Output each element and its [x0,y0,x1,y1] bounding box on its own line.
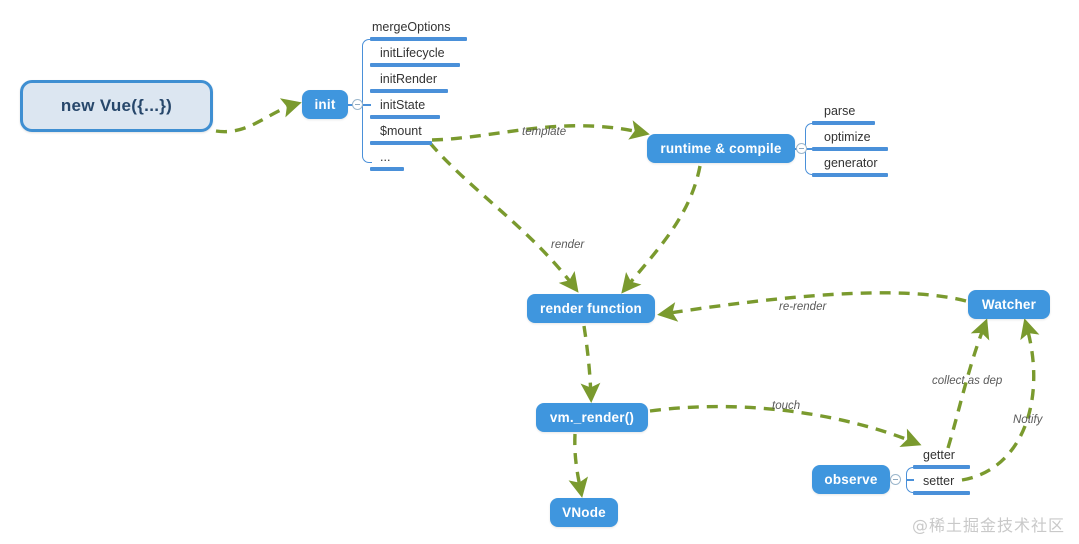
leaf-init-lifecycle[interactable]: initLifecycle [370,46,460,67]
node-render-function-label: render function [539,301,642,316]
leaf-init-state-rule [370,115,440,119]
edge-label-template: template [522,126,567,138]
leaf-optimize-rule [812,147,888,151]
leaf-merge-options[interactable]: mergeOptions [370,20,467,41]
node-render-function[interactable]: render function [527,294,655,323]
leaf-merge-options-rule [370,37,467,41]
leaf-parse-rule [812,121,875,125]
node-observe-label: observe [824,472,878,487]
leaf-optimize[interactable]: optimize [812,130,888,151]
leaf-parse-label: parse [824,104,856,118]
edge-render-to-vmrender [580,325,601,403]
edge-vmrender-to-vnode [568,433,589,498]
leaf-setter-rule [913,491,970,495]
leaf-init-more-rule [370,167,404,171]
collapse-toggle-observe[interactable] [890,474,901,485]
leaf-generator-label: generator [824,156,878,170]
node-watcher[interactable]: Watcher [968,290,1050,319]
edge-label-collect-as-dep: collect as dep [932,375,1003,387]
leaf-init-more-label: ... [380,150,391,164]
collapse-toggle-init[interactable] [352,99,363,110]
edge-mount-to-render [428,141,579,293]
node-watcher-label: Watcher [981,297,1037,312]
leaf-init-lifecycle-rule [370,63,460,67]
leaf-setter[interactable]: setter [913,474,970,495]
node-new-vue[interactable]: new Vue({...}) [20,80,213,132]
leaf-mount-label: $mount [380,124,422,138]
watermark: @稀土掘金技术社区 [911,516,1065,535]
leaf-mount[interactable]: $mount [370,124,432,145]
node-init[interactable]: init [302,90,348,119]
leaf-init-state-label: initState [380,98,426,112]
leaf-parse[interactable]: parse [812,104,875,125]
leaf-getter-label: getter [923,448,955,462]
leaf-getter[interactable]: getter [913,448,970,469]
edge-label-render: render [551,239,585,251]
leaf-setter-label: setter [923,474,955,488]
edge-root-to-init [215,98,302,134]
node-observe[interactable]: observe [812,465,890,494]
leaf-generator-rule [812,173,888,177]
edge-label-touch: touch [772,400,801,412]
node-runtime-compile-label: runtime & compile [660,141,782,156]
leaf-generator[interactable]: generator [812,156,888,177]
leaf-init-render-rule [370,89,448,93]
node-vm-render-label: vm._render() [549,410,635,425]
leaf-init-lifecycle-label: initLifecycle [380,46,445,60]
node-vnode[interactable]: VNode [550,498,618,527]
mindmap-canvas: new Vue({...}) init runtime & compile re… [0,0,1079,544]
edge-label-re-render: re-render [779,301,827,313]
node-new-vue-label: new Vue({...}) [60,96,173,115]
edge-setter-to-watcher [961,318,1040,482]
node-init-label: init [314,97,336,112]
node-runtime-compile[interactable]: runtime & compile [647,134,795,163]
node-vm-render[interactable]: vm._render() [536,403,648,432]
leaf-init-render-label: initRender [380,72,437,86]
node-vnode-label: VNode [562,505,606,520]
leaf-getter-rule [913,465,970,469]
leaf-optimize-label: optimize [824,130,871,144]
edge-compile-to-render [621,165,702,294]
edge-vmrender-to-getter [649,404,922,447]
leaf-mount-rule [370,141,432,145]
leaf-init-state[interactable]: initState [370,98,440,119]
collapse-toggle-compile[interactable] [796,143,807,154]
edge-label-notify: Notify [1013,414,1043,426]
leaf-init-more[interactable]: ... [370,150,404,171]
leaf-merge-options-label: mergeOptions [372,20,451,34]
leaf-init-render[interactable]: initRender [370,72,448,93]
